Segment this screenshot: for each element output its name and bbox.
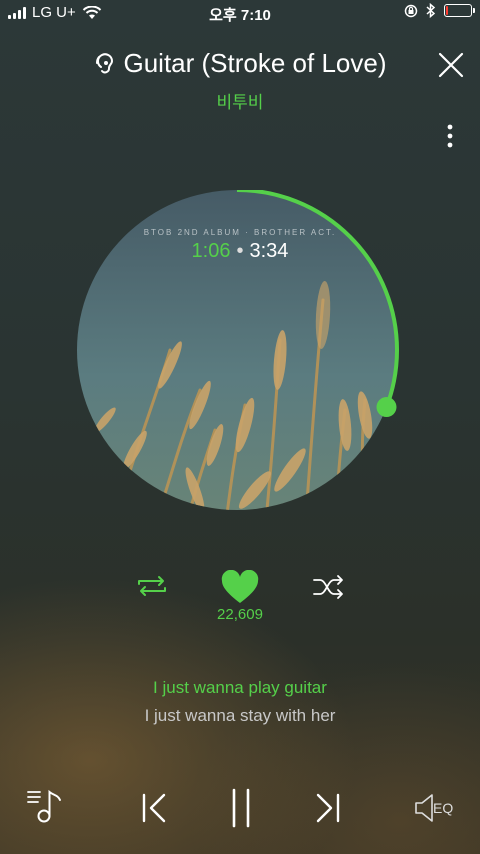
battery-icon	[444, 4, 475, 17]
playlist-music-icon[interactable]	[26, 786, 66, 826]
lyric-current-line[interactable]: I just wanna play guitar	[0, 678, 480, 698]
close-icon[interactable]	[436, 50, 466, 80]
time-separator: •	[236, 240, 244, 262]
progress-knob[interactable]	[376, 397, 397, 418]
shuffle-icon[interactable]	[312, 574, 346, 600]
bluetooth-icon	[426, 3, 436, 18]
repeat-icon[interactable]	[135, 572, 169, 600]
skip-next-icon[interactable]	[312, 792, 342, 824]
heart-icon[interactable]	[220, 570, 260, 606]
more-vertical-icon[interactable]	[440, 122, 460, 152]
current-time: 1:06	[191, 240, 231, 262]
artist-name[interactable]: 비투비	[0, 88, 480, 113]
equalizer-button[interactable]: EQ	[414, 792, 464, 824]
total-time: 3:34	[249, 240, 289, 262]
speaker-eq-icon	[415, 794, 433, 822]
track-title-row: Guitar (Stroke of Love)	[0, 48, 480, 84]
track-title: Guitar (Stroke of Love)	[123, 48, 387, 78]
like-count: 22,609	[217, 606, 263, 623]
lyric-next-line[interactable]: I just wanna stay with her	[0, 706, 480, 726]
ear-hearing-icon	[95, 52, 113, 73]
status-bar: LG U+ 오후 7:10	[0, 0, 480, 26]
album-label: BTOB 2ND ALBUM · BROTHER ACT.	[143, 228, 337, 237]
skip-previous-icon[interactable]	[140, 792, 170, 824]
rotation-lock-icon	[404, 4, 418, 17]
time-display: 1:06 • 3:34	[0, 240, 480, 263]
eq-label: EQ	[433, 800, 454, 816]
pause-icon[interactable]	[230, 788, 252, 828]
